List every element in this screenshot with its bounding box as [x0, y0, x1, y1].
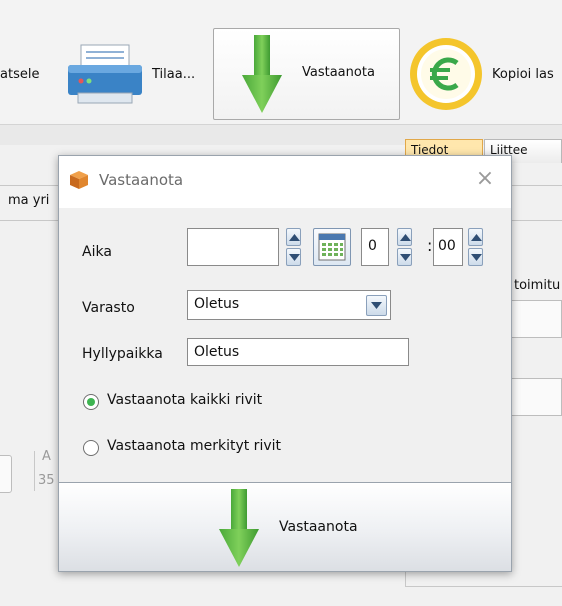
shelf-value: Oletus: [194, 344, 240, 360]
receive-all-radio[interactable]: [83, 394, 99, 410]
minute-stepper[interactable]: [468, 228, 483, 266]
dialog-body: Aika 0 : 00 Varasto Oletus Hyllypaikka O…: [59, 208, 511, 482]
toolbar: atsele Tilaa... Vastaanota Kopioi las: [0, 0, 562, 125]
confirm-receive-label: Vastaanota: [279, 519, 358, 535]
dialog-title: Vastaanota: [99, 171, 184, 189]
calendar-button[interactable]: [313, 228, 351, 266]
minute-input[interactable]: 00: [433, 228, 463, 266]
toolbar-preview-button[interactable]: atsele: [0, 28, 39, 120]
time-separator: :: [427, 236, 433, 255]
shelf-input[interactable]: Oletus: [187, 338, 409, 366]
hour-up-button[interactable]: [397, 228, 412, 246]
toolbar-copy-button[interactable]: Kopioi las: [408, 28, 554, 120]
confirm-receive-button[interactable]: Vastaanota: [59, 482, 511, 571]
euro-coin-icon: [410, 38, 482, 110]
green-down-arrow-icon: [219, 489, 259, 567]
warehouse-select[interactable]: Oletus: [187, 290, 391, 320]
chevron-up-icon: [400, 234, 411, 241]
toolbar-preview-label: atsele: [0, 66, 40, 82]
green-down-arrow-icon: [242, 35, 282, 113]
hour-input[interactable]: 0: [361, 228, 389, 266]
date-up-button[interactable]: [286, 228, 301, 246]
toolbar-order-label: Tilaa...: [152, 66, 196, 82]
background-side-text: 35: [38, 473, 55, 488]
calendar-icon: [318, 233, 346, 261]
package-icon: [70, 171, 88, 189]
chevron-up-icon: [471, 234, 482, 241]
shelf-label: Hyllypaikka: [82, 346, 163, 362]
printer-icon: [68, 44, 142, 104]
background-right-text: toimitu: [514, 278, 561, 293]
hour-stepper[interactable]: [397, 228, 412, 266]
toolbar-order-button[interactable]: Tilaa...: [66, 28, 195, 120]
receive-marked-label[interactable]: Vastaanota merkityt rivit: [107, 438, 281, 454]
background-side-text: A: [42, 449, 51, 464]
chevron-down-icon: [471, 254, 482, 261]
background-field[interactable]: [510, 378, 562, 416]
toolbar-receive-label: Vastaanota: [302, 65, 375, 80]
dialog-title-bar: Vastaanota ×: [59, 156, 511, 208]
minute-up-button[interactable]: [468, 228, 483, 246]
receive-marked-radio[interactable]: [83, 440, 99, 456]
chevron-down-icon: [289, 254, 300, 261]
chevron-down-icon: [400, 254, 411, 261]
chevron-down-icon: [371, 302, 382, 309]
warehouse-label: Varasto: [82, 300, 135, 316]
close-icon[interactable]: ×: [473, 167, 497, 191]
date-input[interactable]: [187, 228, 279, 266]
receive-dialog: Vastaanota × Aika 0 : 00 Varasto Oletus …: [58, 155, 512, 572]
toolbar-receive-button[interactable]: Vastaanota: [213, 28, 400, 120]
toolbar-copy-label: Kopioi las: [492, 66, 554, 82]
divider: [405, 586, 562, 587]
date-stepper[interactable]: [286, 228, 301, 266]
background-left-text: ma yri: [8, 193, 50, 208]
background-field[interactable]: [510, 300, 562, 338]
background-field[interactable]: [0, 455, 12, 493]
date-down-button[interactable]: [286, 248, 301, 266]
warehouse-value: Oletus: [194, 296, 240, 312]
receive-all-label[interactable]: Vastaanota kaikki rivit: [107, 392, 262, 408]
divider: [34, 451, 35, 491]
hour-down-button[interactable]: [397, 248, 412, 266]
chevron-up-icon: [289, 234, 300, 241]
minute-down-button[interactable]: [468, 248, 483, 266]
warehouse-dropdown-button[interactable]: [366, 295, 387, 316]
time-label: Aika: [82, 244, 112, 260]
